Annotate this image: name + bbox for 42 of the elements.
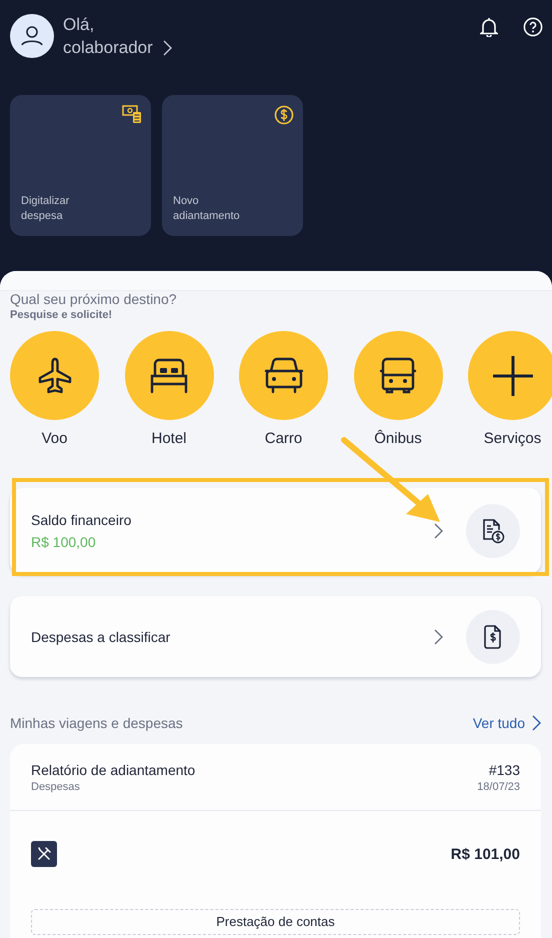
utensils-icon [31, 841, 57, 867]
chevron-right-icon [532, 715, 541, 731]
car-icon [264, 356, 304, 394]
destination-label: Carro [264, 430, 302, 448]
accountability-button[interactable]: Prestação de contas [31, 909, 520, 935]
destination-label: Voo [42, 430, 68, 448]
destination-label: Serviços [484, 430, 542, 448]
report-card[interactable]: Relatório de adiantamento Despesas #133 18/07/23 R$ 101,00 Prestação de contas [10, 744, 541, 938]
summary-card[interactable]: Saldo financeiro R$ 100,00 [10, 488, 541, 574]
summary-card[interactable]: Despesas a classificar [10, 596, 541, 677]
help-icon[interactable] [523, 17, 543, 37]
user-name[interactable]: colaborador [63, 36, 153, 59]
destination-label: Hotel [151, 430, 187, 448]
balance-amount: R$ 100,00 [31, 533, 97, 552]
card-title: Despesas a classificar [31, 628, 172, 646]
greeting: Olá, [63, 14, 96, 36]
report-title: Relatório de adiantamento [31, 760, 196, 780]
plus-icon [492, 356, 532, 396]
destination-label: Ônibus [374, 430, 422, 448]
document-dollar-icon [481, 518, 505, 544]
report-category: Despesas [31, 780, 81, 794]
bed-icon [148, 358, 190, 394]
avatar-icon[interactable] [10, 14, 54, 58]
bus-icon [379, 356, 417, 394]
chevron-right-icon [162, 40, 172, 56]
shortcut-tile[interactable]: Digitalizar despesa [10, 95, 151, 236]
dollar-coin-icon [274, 105, 294, 125]
money-calculator-icon [122, 105, 142, 124]
invoice-dollar-icon [484, 624, 502, 648]
report-date: 18/07/23 [477, 780, 520, 794]
report-number: #133 [488, 760, 520, 780]
chevron-right-icon [434, 628, 443, 644]
report-amount: R$ 101,00 [450, 846, 520, 862]
shortcut-tile[interactable]: Novo adiantamento [162, 95, 303, 236]
section-title: Minhas viagens e despesas [10, 714, 183, 732]
chevron-right-icon [434, 523, 443, 539]
section-subtitle: Pesquise e solicite! [9, 308, 114, 322]
card-title: Saldo financeiro [31, 511, 132, 530]
see-all-link[interactable]: Ver tudo [472, 714, 541, 732]
section-title: Qual seu próximo destino? [9, 290, 178, 308]
airplane-icon [36, 356, 72, 394]
notification-bell-icon[interactable] [480, 17, 498, 37]
